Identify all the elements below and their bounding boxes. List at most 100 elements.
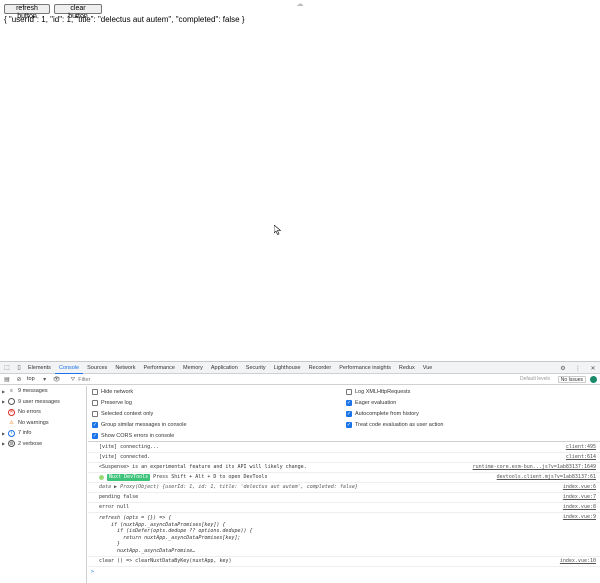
option-preserve-log[interactable]: Preserve log — [92, 398, 132, 407]
option-selected-context-only[interactable]: Selected context only — [92, 409, 153, 418]
context-selector[interactable]: top — [24, 375, 38, 384]
message-text: pending false — [99, 494, 139, 500]
function-source: refresh (opts = {}) => { if (nuxtApp._as… — [99, 513, 253, 556]
checkbox-checked[interactable]: ✓ — [346, 421, 352, 428]
console-message: Nuxt DevTools Press Shift + Alt + D to o… — [88, 473, 600, 483]
source-link[interactable]: index.vue:6 — [563, 484, 596, 491]
nuxt-devtools-badge: Nuxt DevTools — [107, 474, 151, 481]
sidebar-item-label: 9 user messages — [18, 398, 60, 405]
option-group-similar[interactable]: ✓ Group similar messages in console — [92, 420, 187, 429]
source-link[interactable]: client:495 — [566, 444, 596, 451]
checkbox-checked[interactable]: ✓ — [346, 410, 352, 417]
console-settings-pane: Hide network Preserve log Selected conte… — [88, 386, 600, 442]
source-link[interactable]: client:614 — [566, 454, 596, 461]
console-message[interactable]: data ▶ Proxy(Object) {userId: 1, id: 1, … — [88, 483, 600, 493]
tab-redux[interactable]: Redux — [395, 362, 419, 374]
console-sidebar: ▶ ≡ 9 messages ▶ 9 user messages ✕ No er… — [0, 386, 87, 583]
button-row: refresh button clear button — [4, 4, 102, 20]
option-hide-network[interactable]: Hide network — [92, 387, 133, 396]
close-icon[interactable]: ✕ — [588, 363, 598, 373]
checkbox-checked[interactable]: ✓ — [92, 432, 98, 439]
checkbox[interactable] — [346, 388, 352, 395]
sidebar-item-warnings[interactable]: ⚠ No warnings — [0, 418, 86, 429]
message-text: clear () => clearNuxtDataByKey(nuxtApp, … — [99, 558, 232, 564]
list-icon: ≡ — [10, 388, 13, 395]
issues-button[interactable]: No Issues — [557, 376, 586, 383]
tab-application[interactable]: Application — [207, 362, 242, 374]
console-message: clear () => clearNuxtDataByKey(nuxtApp, … — [88, 557, 600, 567]
warning-icon: ⚠ — [9, 419, 14, 426]
sidebar-item-label: No errors — [18, 409, 41, 416]
verbose-icon: ⚙ — [8, 440, 15, 448]
live-expression-eye-icon[interactable]: 👁 — [52, 375, 62, 385]
inspect-element-icon[interactable]: ⬚ — [2, 363, 12, 373]
message-text: [vite] connecting... — [99, 444, 160, 450]
tab-sources[interactable]: Sources — [83, 362, 111, 374]
sidebar-item-user-messages[interactable]: ▶ 9 user messages — [0, 397, 86, 408]
clear-button[interactable]: clear button — [54, 4, 102, 20]
checkbox-checked[interactable]: ✓ — [92, 421, 98, 428]
source-link[interactable]: index.vue:9 — [563, 514, 596, 521]
mouse-cursor-icon — [274, 225, 282, 235]
info-icon: i — [8, 429, 15, 437]
message-text[interactable]: data ▶ Proxy(Object) {userId: 1, id: 1, … — [99, 484, 358, 491]
source-link[interactable]: index.vue:7 — [563, 494, 596, 501]
sidebar-item-errors[interactable]: ✕ No errors — [0, 407, 86, 418]
log-levels-dropdown[interactable]: Default levels — [520, 376, 550, 382]
tab-elements[interactable]: Elements — [24, 362, 55, 374]
console-settings-icon[interactable] — [590, 376, 597, 383]
tab-performance[interactable]: Performance — [139, 362, 179, 374]
console-prompt-input[interactable]: > — [88, 567, 600, 577]
option-log-xmlhttprequests[interactable]: Log XMLHttpRequests — [346, 387, 410, 396]
checkbox-checked[interactable]: ✓ — [346, 399, 352, 406]
option-show-cors-errors[interactable]: ✓ Show CORS errors in console — [92, 431, 174, 440]
cloud-icon: ☁ — [296, 1, 304, 8]
sidebar-item-info[interactable]: ▶ i 7 info — [0, 428, 86, 439]
sidebar-item-label: 2 verbose — [18, 440, 43, 447]
code-line: nuxtApp._asyncDataPromise… — [99, 547, 196, 554]
clear-console-icon[interactable]: ⊘ — [14, 375, 24, 385]
tab-performance-insights[interactable]: Performance insights — [335, 362, 395, 374]
option-label: Group similar messages in console — [101, 421, 187, 428]
filter-input[interactable]: ⛛ Filter — [68, 376, 498, 384]
device-toolbar-icon[interactable]: ▯ — [14, 363, 24, 373]
more-options-icon[interactable]: ⋮ — [573, 363, 583, 373]
option-treat-eval-user-action[interactable]: ✓ Treat code evaluation as user action — [346, 420, 443, 429]
tab-network[interactable]: Network — [111, 362, 139, 374]
message-text: <Suspense> is an experimental feature an… — [99, 464, 307, 470]
tab-lighthouse[interactable]: Lighthouse — [270, 362, 305, 374]
source-link[interactable]: index.vue:10 — [560, 558, 596, 565]
console-messages: [vite] connecting... client:495 [vite] c… — [88, 443, 600, 583]
source-link[interactable]: index.vue:8 — [563, 504, 596, 511]
checkbox[interactable] — [92, 410, 98, 417]
refresh-button[interactable]: refresh button — [4, 4, 50, 20]
option-autocomplete-history[interactable]: ✓ Autocomplete from history — [346, 409, 419, 418]
tab-console[interactable]: Console — [54, 362, 84, 374]
json-output: { "userId": 1, "id": 1, "title": "delect… — [4, 15, 245, 24]
sidebar-item-messages[interactable]: ▶ ≡ 9 messages — [0, 386, 86, 397]
message-text: Press Shift + Alt + D to open DevTools — [153, 474, 268, 480]
option-label: Selected context only — [101, 410, 154, 417]
checkbox[interactable] — [92, 388, 98, 395]
tab-memory[interactable]: Memory — [179, 362, 207, 374]
console-toolbar: ▤ ⊘ top ▾ 👁 ⛛ Filter Default levels No I… — [0, 375, 600, 385]
sidebar-item-verbose[interactable]: ▶ ⚙ 2 verbose — [0, 439, 86, 450]
code-line: if (isDefer(opts.dedupe ?? options.dedup… — [99, 528, 253, 534]
source-link[interactable]: devtools.client.mjs?v=1ab83137:61 — [497, 474, 596, 481]
option-eager-evaluation[interactable]: ✓ Eager evaluation — [346, 398, 396, 407]
tab-vue[interactable]: Vue — [419, 362, 437, 374]
user-icon — [8, 398, 15, 406]
source-link[interactable]: runtime-core.esm-bun...js?v=1ab83137:164… — [473, 464, 596, 471]
console-message: pending false index.vue:7 — [88, 493, 600, 503]
chevron-down-icon[interactable]: ▾ — [40, 375, 50, 385]
console-message: refresh (opts = {}) => { if (nuxtApp._as… — [88, 513, 600, 557]
error-icon: ✕ — [8, 408, 15, 416]
option-label: Eager evaluation — [355, 399, 397, 406]
tab-recorder[interactable]: Recorder — [305, 362, 336, 374]
sidebar-item-label: No warnings — [18, 419, 49, 426]
checkbox[interactable] — [92, 399, 98, 406]
sidebar-toggle-icon[interactable]: ▤ — [2, 375, 12, 385]
settings-gear-icon[interactable]: ⚙ — [558, 363, 568, 373]
option-label: Preserve log — [101, 399, 132, 406]
tab-security[interactable]: Security — [242, 362, 270, 374]
